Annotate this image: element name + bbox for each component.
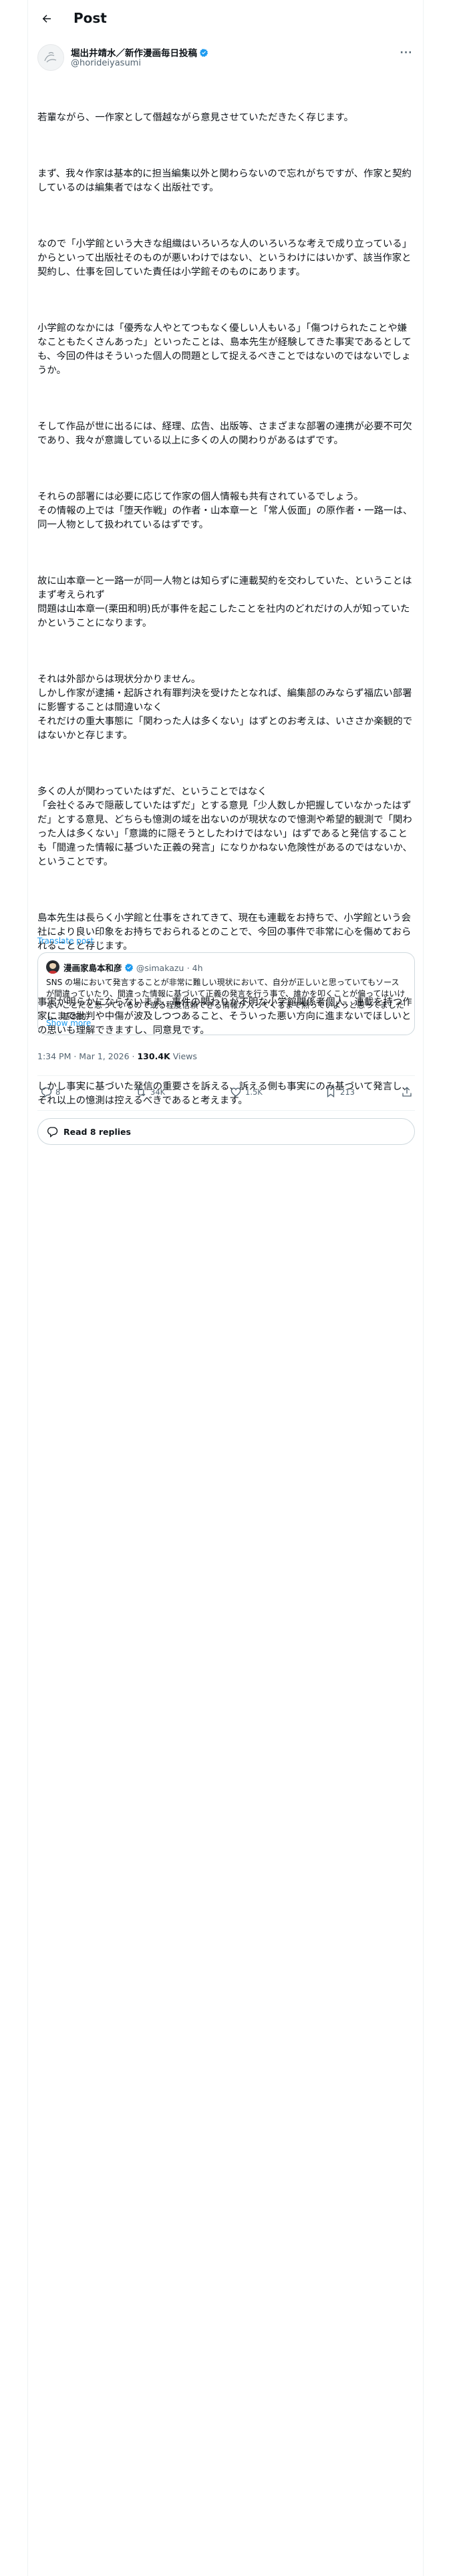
share-button[interactable]: [401, 1086, 416, 1098]
post-paragraph: 故に山本章一と一路一が同一人物とは知らずに連載契約を交わしていた、ということはま…: [37, 576, 412, 629]
chat-bubble-icon: [47, 1127, 58, 1138]
quote-age: · 4h: [186, 963, 203, 973]
main-column: Post 堀出井靖水／新作漫画毎日投稿 @horideiyasumi ··· 若…: [27, 0, 424, 2576]
more-options-button[interactable]: ···: [399, 45, 414, 60]
share-icon: [402, 1087, 412, 1097]
quote-avatar-icon: [48, 962, 57, 974]
post-paragraph: まず、我々作家は基本的に担当編集以外と関わらないので忘れがちですが、作家と契約し…: [37, 169, 412, 193]
heart-icon: [231, 1087, 241, 1097]
quote-avatar: [46, 960, 59, 974]
more-dots-icon: ···: [400, 47, 413, 58]
repost-icon: [136, 1087, 146, 1097]
views-count: 130.4K: [137, 1051, 170, 1061]
verified-badge-icon: [199, 48, 208, 58]
repost-count: 34K: [150, 1087, 166, 1097]
like-count: 1.5K: [245, 1087, 263, 1097]
divider: [37, 1075, 415, 1076]
post-time[interactable]: 1:34 PM · Mar 1, 2026: [37, 1051, 130, 1061]
post-paragraph: 若輩ながら、一作家として僭越ながら意見させていただきたく存じます。: [37, 112, 354, 123]
quote-author-handle: @simakazu: [136, 963, 184, 973]
views-label: Views: [172, 1051, 197, 1061]
page: Post 堀出井靖水／新作漫画毎日投稿 @horideiyasumi ··· 若…: [0, 0, 451, 2576]
avatar[interactable]: [37, 44, 64, 71]
post-paragraph: 小学館のなかには「優秀な人やとてつもなく優しい人もいる」「傷つけられたことや嫌な…: [37, 323, 412, 376]
quote-author-row: 漫画家島本和彦 @simakazu · 4h: [63, 961, 203, 974]
verified-badge-icon: [124, 963, 133, 972]
avatar-sketch-icon: [44, 51, 57, 63]
action-bar: 8 34K 1.5K 213: [37, 1081, 415, 1105]
bookmark-button[interactable]: 213: [325, 1086, 355, 1098]
reply-icon: [41, 1087, 52, 1098]
quote-text: SNS の場において発言することが非常に難しい現状において、自分が正しいと思って…: [46, 978, 406, 1021]
author-handle[interactable]: @horideiyasumi: [71, 58, 141, 68]
post-meta: 1:34 PM · Mar 1, 2026 · 130.4K Views: [37, 1051, 197, 1061]
reply-button[interactable]: 8: [40, 1086, 60, 1098]
divider: [37, 1110, 415, 1111]
reply-count: 8: [55, 1087, 61, 1097]
quote-author-name: 漫画家島本和彦: [63, 963, 122, 973]
quote-show-more-link[interactable]: Show more: [46, 1018, 91, 1028]
author-name-row[interactable]: 堀出井靖水／新作漫画毎日投稿: [71, 45, 208, 59]
read-replies-label: Read 8 replies: [63, 1126, 131, 1137]
arrow-left-icon: [42, 15, 51, 23]
quoted-post[interactable]: 漫画家島本和彦 @simakazu · 4h SNS の場において発言することが…: [37, 952, 415, 1035]
bookmark-count: 213: [340, 1087, 355, 1097]
author-display-name[interactable]: 堀出井靖水／新作漫画毎日投稿: [71, 48, 197, 59]
post-paragraph: なので「小学館という大きな組織はいろいろな人のいろいろな考えで成り立っている」か…: [37, 239, 412, 278]
translate-post-link[interactable]: Translate post: [37, 936, 94, 946]
post-paragraph: それらの部署には必要に応じて作家の個人情報も共有されているでしょう。 その情報の…: [37, 492, 413, 530]
read-replies-button[interactable]: Read 8 replies: [37, 1118, 415, 1145]
page-title: Post: [73, 10, 107, 26]
post-paragraph: 多くの人が関わっていたはずだ、ということではなく 「会社ぐるみで隠蔽していたはず…: [37, 786, 412, 867]
top-bar: Post: [28, 0, 424, 37]
post-paragraph: そして作品が世に出るには、経理、広告、出版等、さまざまな部署の連携が必要不可欠で…: [37, 421, 412, 446]
post-paragraph: それは外部からは現状分かりません。 しかし作家が逮捕・起訴され有罪判決を受けたと…: [37, 674, 413, 741]
post-author: 堀出井靖水／新作漫画毎日投稿 @horideiyasumi ···: [37, 44, 415, 74]
bookmark-icon: [327, 1087, 335, 1098]
like-button[interactable]: 1.5K: [230, 1086, 263, 1098]
repost-button[interactable]: 34K: [135, 1086, 165, 1098]
back-button[interactable]: [37, 9, 56, 28]
post-paragraph: 島本先生は長らく小学館と仕事をされてきて、現在も連載をお持ちで、小学館という会社…: [37, 913, 412, 952]
